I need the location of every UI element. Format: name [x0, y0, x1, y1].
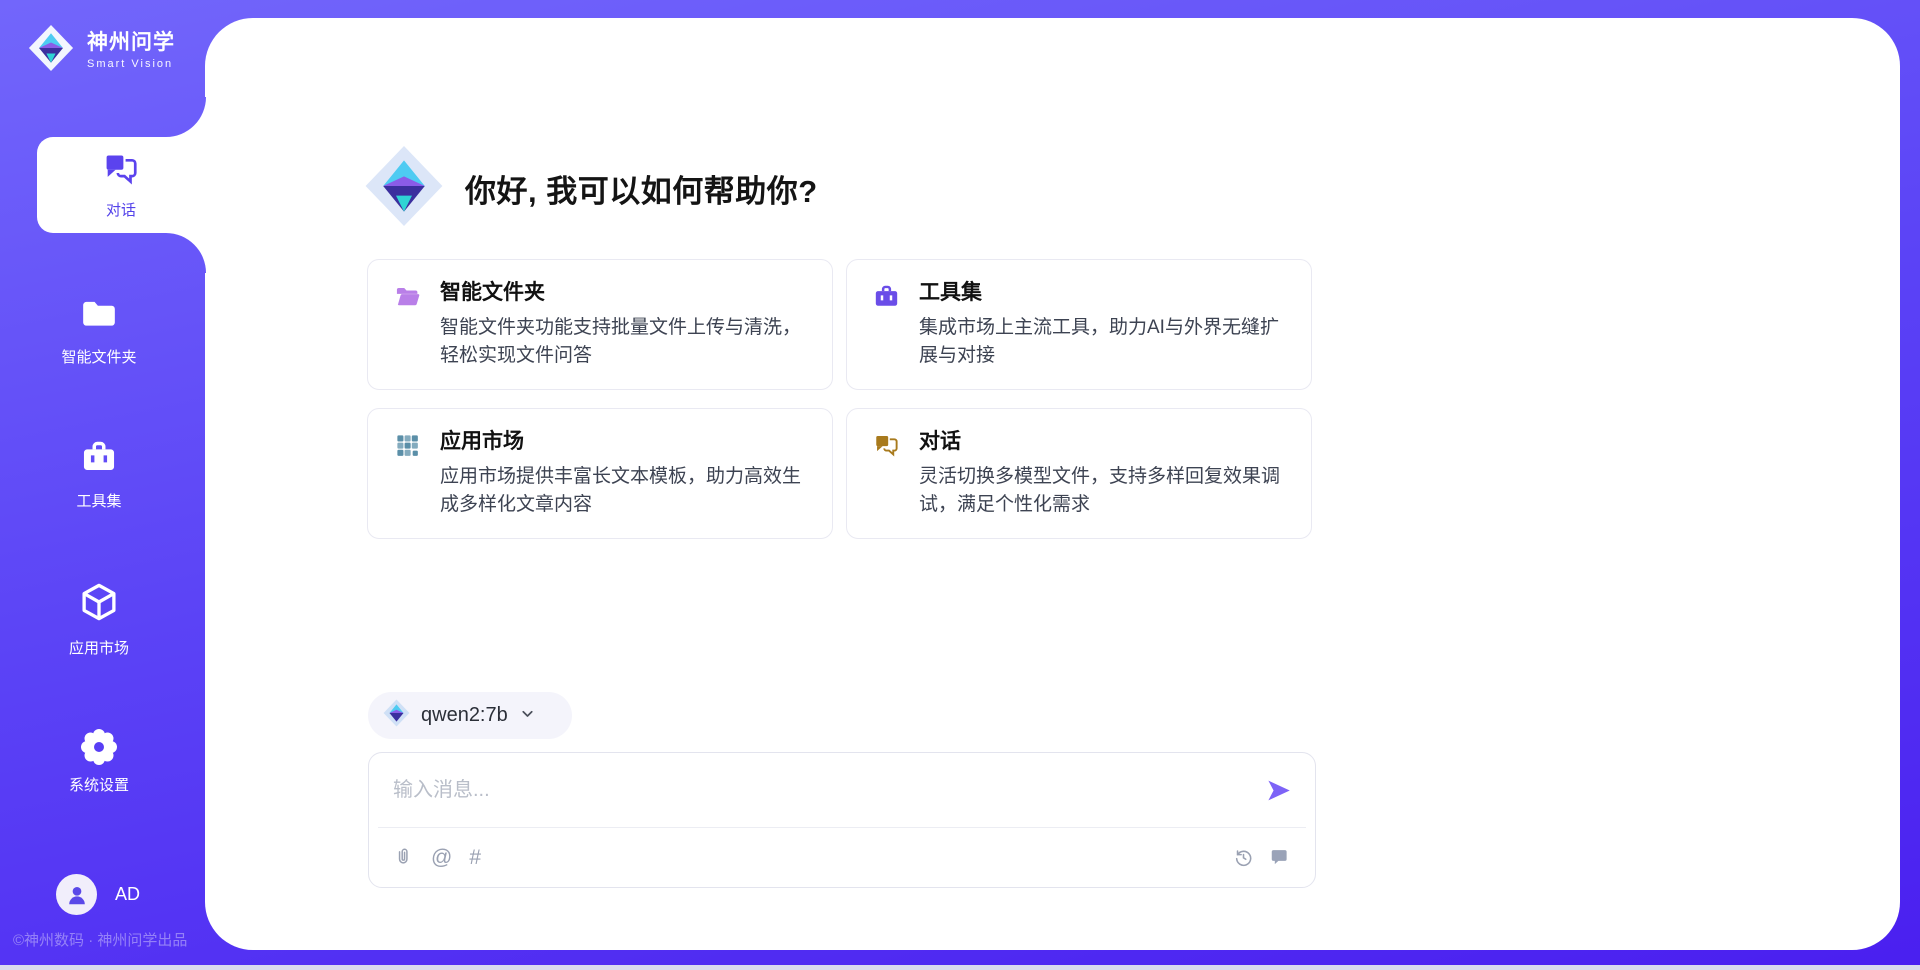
- diamond-logo-icon: [28, 24, 74, 77]
- app-root: { "brand": { "name": "神州问学", "subtitle":…: [0, 0, 1920, 970]
- sidebar-item-settings[interactable]: 系统设置: [0, 729, 198, 795]
- card-desc: 应用市场提供丰富长文本模板，助力高效生成多样化文章内容: [440, 463, 808, 519]
- grid-icon: [394, 432, 421, 538]
- sidebar-item-app-market[interactable]: 应用市场: [0, 581, 198, 658]
- copyright-text: ©神州数码 · 神州问学出品: [13, 929, 187, 950]
- at-sign-icon: @: [431, 847, 452, 868]
- avatar: [56, 874, 97, 915]
- card-title: 工具集: [919, 280, 1287, 306]
- conversation-button[interactable]: [1270, 847, 1291, 868]
- card-chat[interactable]: 对话 灵活切换多模型文件，支持多样回复效果调试，满足个性化需求: [846, 408, 1312, 539]
- brand-name: 神州问学: [87, 31, 175, 54]
- card-body: 对话 灵活切换多模型文件，支持多样回复效果调试，满足个性化需求: [919, 429, 1287, 538]
- user-menu[interactable]: AD: [56, 874, 140, 915]
- mention-button[interactable]: @: [431, 847, 452, 868]
- sidebar-item-label: 智能文件夹: [61, 346, 136, 367]
- folder-open-icon: [394, 283, 421, 389]
- diamond-logo-icon: [383, 699, 410, 732]
- sidebar-item-label: 系统设置: [69, 774, 129, 795]
- briefcase-icon: [873, 283, 900, 389]
- card-desc: 灵活切换多模型文件，支持多样回复效果调试，满足个性化需求: [919, 463, 1287, 519]
- briefcase-icon: [79, 438, 119, 481]
- brand-logo: 神州问学 Smart Vision: [28, 24, 175, 77]
- card-body: 工具集 集成市场上主流工具，助力AI与外界无缝扩展与对接: [919, 280, 1287, 389]
- brand-subtitle: Smart Vision: [87, 58, 175, 70]
- send-button[interactable]: [1263, 775, 1293, 805]
- main-content: 你好, 我可以如何帮助你? 智能文件夹 智能文件夹功能支持批量文件上传与清洗，轻…: [0, 0, 1695, 932]
- model-selector[interactable]: qwen2:7b: [368, 692, 572, 739]
- cube-icon: [78, 581, 120, 628]
- card-toolset[interactable]: 工具集 集成市场上主流工具，助力AI与外界无缝扩展与对接: [846, 259, 1312, 390]
- feature-cards: 智能文件夹 智能文件夹功能支持批量文件上传与清洗，轻松实现文件问答 工具集 集成…: [367, 259, 1312, 539]
- sidebar-item-toolset[interactable]: 工具集: [0, 438, 198, 511]
- sidebar-item-label: 对话: [106, 199, 136, 220]
- diamond-logo-icon: [364, 143, 444, 234]
- sidebar-item-label: 工具集: [76, 490, 121, 511]
- card-title: 应用市场: [440, 429, 808, 455]
- card-desc: 集成市场上主流工具，助力AI与外界无缝扩展与对接: [919, 314, 1287, 370]
- paperclip-icon: [393, 847, 414, 868]
- chevron-down-icon: [519, 705, 536, 727]
- attach-file-button[interactable]: [393, 847, 414, 868]
- card-body: 应用市场 应用市场提供丰富长文本模板，助力高效生成多样化文章内容: [440, 429, 808, 538]
- sidebar-item-chat[interactable]: 对话: [37, 137, 205, 233]
- history-icon: [1233, 847, 1254, 868]
- history-button[interactable]: [1233, 847, 1254, 868]
- sidebar-item-label: 应用市场: [69, 637, 129, 658]
- card-app-market[interactable]: 应用市场 应用市场提供丰富长文本模板，助力高效生成多样化文章内容: [367, 408, 833, 539]
- chat-bubbles-icon: [102, 150, 140, 193]
- composer: @ #: [368, 752, 1316, 888]
- message-square-icon: [1270, 847, 1291, 868]
- model-name: qwen2:7b: [421, 704, 508, 727]
- card-body: 智能文件夹 智能文件夹功能支持批量文件上传与清洗，轻松实现文件问答: [440, 280, 808, 389]
- user-name: AD: [115, 884, 140, 905]
- greeting-block: 你好, 我可以如何帮助你?: [364, 143, 818, 234]
- card-title: 对话: [919, 429, 1287, 455]
- sidebar: 神州问学 Smart Vision 对话 智能文件夹: [0, 0, 205, 970]
- card-desc: 智能文件夹功能支持批量文件上传与清洗，轻松实现文件问答: [440, 314, 808, 370]
- card-title: 智能文件夹: [440, 280, 808, 306]
- folder-icon: [79, 294, 119, 337]
- bottom-edge-strip: [0, 965, 1920, 970]
- greeting-title: 你好, 我可以如何帮助你?: [465, 166, 818, 211]
- hash-icon: #: [469, 847, 481, 868]
- chat-bubbles-icon: [873, 432, 900, 538]
- hashtag-button[interactable]: #: [469, 847, 481, 868]
- sidebar-item-smart-folder[interactable]: 智能文件夹: [0, 294, 198, 367]
- message-input[interactable]: [393, 779, 1263, 802]
- gear-icon: [81, 729, 117, 765]
- card-smart-folder[interactable]: 智能文件夹 智能文件夹功能支持批量文件上传与清洗，轻松实现文件问答: [367, 259, 833, 390]
- send-icon: [1265, 777, 1292, 804]
